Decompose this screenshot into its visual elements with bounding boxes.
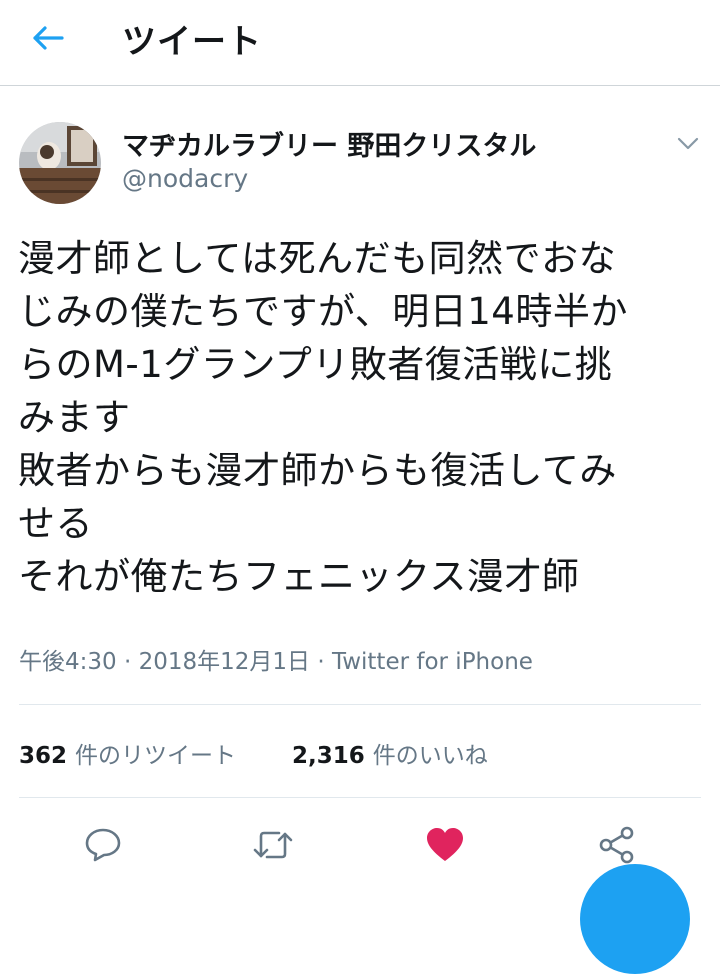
tweet-text: 漫才師としては死んだも同然でおな じみの僕たちですが、明日14時半か らのM-1…: [18, 232, 708, 603]
tweet-metadata: 午後4:30 · 2018年12月1日 · Twitter for iPhone: [19, 642, 533, 676]
likes-stat[interactable]: 2,316 件のいいね: [292, 736, 488, 770]
top-bar: ツイート: [0, 0, 720, 86]
tweet-date: 2018年12月1日: [138, 649, 311, 675]
like-button[interactable]: [420, 820, 470, 870]
user-display-name[interactable]: マヂカルラブリー 野田クリスタル: [122, 124, 536, 163]
divider: [19, 704, 701, 705]
meta-separator: ·: [116, 649, 139, 675]
meta-separator: ·: [310, 649, 332, 675]
tweet-text-line: それが俺たちフェニックス漫才師: [18, 555, 580, 598]
back-button[interactable]: [22, 18, 74, 58]
tweet-source-link[interactable]: Twitter for iPhone: [332, 649, 533, 675]
tweet-text-line: せる: [18, 502, 93, 545]
tweet-text-line: らのM-1グランプリ敗者復活戦に挑: [18, 343, 613, 386]
likes-count: 2,316: [292, 743, 365, 769]
reply-icon: [85, 828, 121, 862]
tweet-stats: 362 件のリツイート 2,316 件のいいね: [19, 733, 488, 773]
tweet-text-line: 敗者からも漫才師からも復活してみ: [18, 449, 617, 492]
avatar[interactable]: [19, 122, 101, 204]
arrow-left-icon: [33, 26, 64, 50]
retweet-icon: [253, 831, 293, 859]
tweet-text-line: 漫才師としては死んだも同然でおな: [18, 237, 617, 280]
tweet-text-line: じみの僕たちですが、明日14時半か: [18, 290, 628, 333]
divider: [19, 797, 701, 798]
tweet-text-line: みます: [18, 396, 131, 439]
user-handle[interactable]: @nodacry: [122, 164, 248, 193]
retweets-label: 件のリツイート: [75, 743, 237, 769]
chevron-down-icon: [677, 137, 699, 150]
page-title: ツイート: [122, 22, 262, 62]
tweet-time: 午後4:30: [19, 649, 117, 675]
reply-button[interactable]: [78, 820, 128, 870]
compose-fab[interactable]: [580, 864, 690, 974]
avatar-image: [19, 122, 101, 204]
tweet-menu-button[interactable]: [668, 126, 708, 162]
retweet-button[interactable]: [248, 820, 298, 870]
retweets-count: 362: [19, 743, 68, 769]
share-icon: [599, 826, 634, 864]
heart-icon: [427, 828, 463, 861]
share-button[interactable]: [592, 820, 642, 870]
retweets-stat[interactable]: 362 件のリツイート: [19, 736, 236, 770]
likes-label: 件のいいね: [372, 743, 488, 769]
